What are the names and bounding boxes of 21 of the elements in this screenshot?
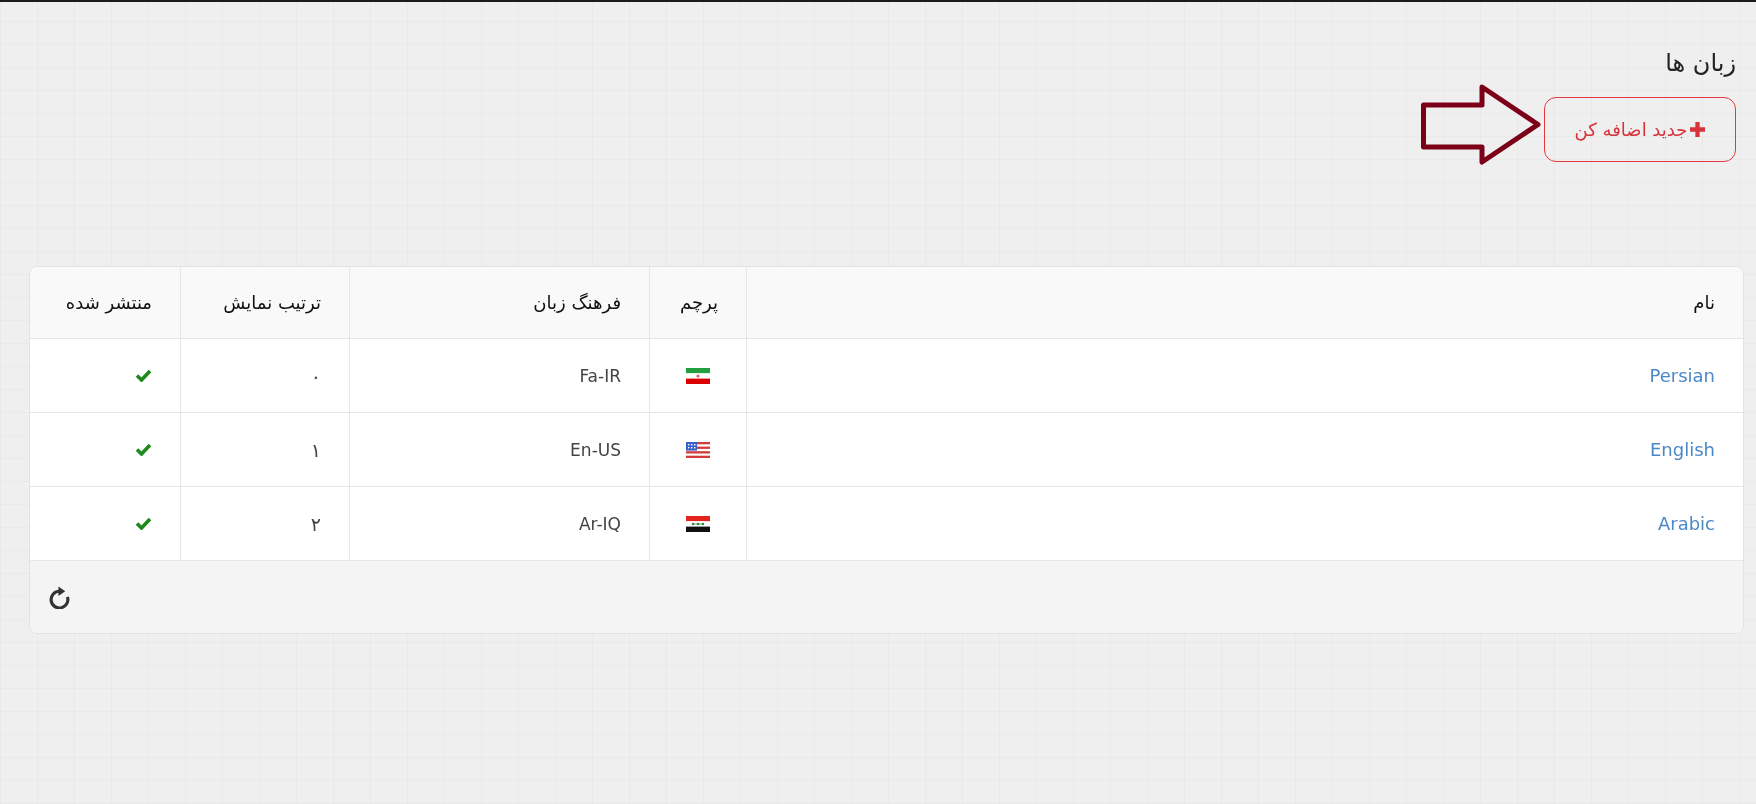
column-header: منتشر شده <box>30 267 180 339</box>
display-order: ۰ <box>310 364 321 387</box>
column-header: فرهنگ زبان <box>349 267 649 339</box>
column-header: نام <box>746 267 1743 339</box>
flag-icon <box>686 515 710 532</box>
add-new-button[interactable]: جدید اضافه کن <box>1544 97 1736 162</box>
flag-icon <box>686 441 710 458</box>
plus-icon <box>1690 122 1706 137</box>
language-link[interactable]: English <box>1650 439 1715 460</box>
display-order: ۲ <box>310 512 321 535</box>
display-order: ۱ <box>310 438 321 461</box>
culture-code: Fa-IR <box>579 365 621 386</box>
column-header: پرچم <box>649 267 746 339</box>
language-link[interactable]: Persian <box>1649 365 1715 386</box>
culture-code: Ar-IQ <box>578 513 621 534</box>
page-title: زبان ها <box>1665 48 1736 79</box>
culture-code: En-US <box>570 439 621 460</box>
language-link[interactable]: Arabic <box>1657 513 1715 534</box>
refresh-icon[interactable] <box>49 585 71 609</box>
column-header: ترتیب نمایش <box>180 267 349 339</box>
flag-icon <box>686 367 710 384</box>
